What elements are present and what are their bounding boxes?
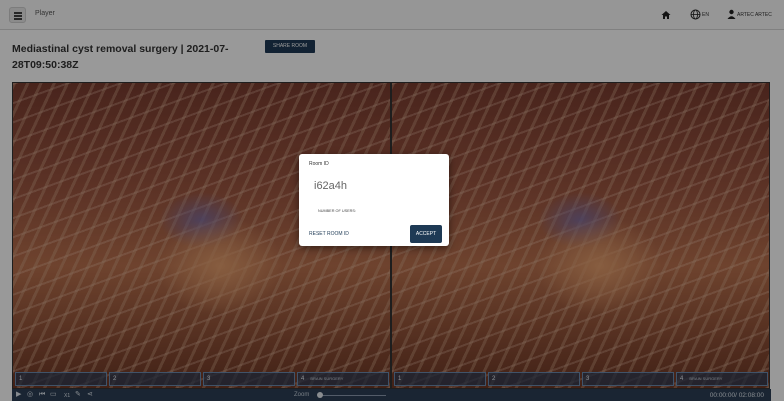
room-id-label: Room ID <box>309 161 329 167</box>
number-of-users-label: NUMBER OF USERS: <box>318 209 356 213</box>
room-id-value: i62a4h <box>314 180 348 192</box>
room-id-dialog: Room ID i62a4h NUMBER OF USERS: RESET RO… <box>299 154 449 246</box>
accept-button[interactable]: ACCEPT <box>410 225 442 243</box>
reset-room-id-button[interactable]: RESET ROOM ID <box>309 231 349 237</box>
